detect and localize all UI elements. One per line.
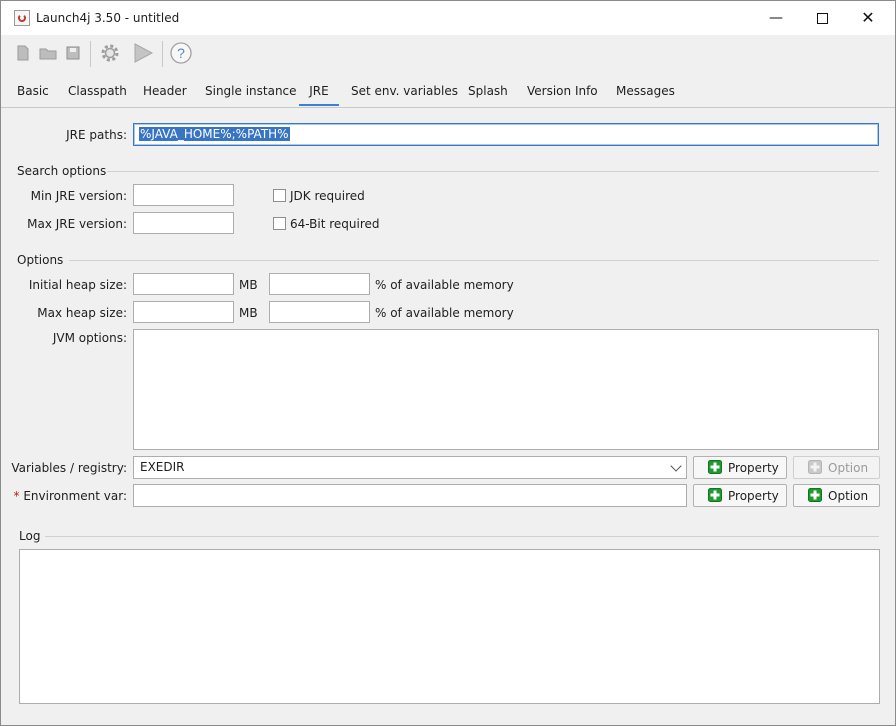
options-title: Options (17, 253, 64, 267)
jdk-required-label: JDK required (290, 189, 365, 203)
window-title: Launch4j 3.50 - untitled (36, 11, 180, 25)
minimize-button[interactable]: — (753, 1, 799, 35)
tab-basic[interactable]: Basic (17, 84, 49, 98)
max-heap-size-input[interactable] (133, 301, 234, 323)
maximize-icon (816, 12, 828, 24)
property-button-label: Property (728, 461, 779, 475)
min-jre-version-input[interactable] (133, 184, 234, 206)
divider (69, 260, 879, 261)
title-bar: Launch4j 3.50 - untitled — ✕ (1, 1, 895, 35)
variables-registry-select[interactable]: EXEDIR (133, 456, 687, 479)
initial-heap-size-label: Initial heap size: (28, 278, 127, 292)
variables-registry-label: Variables / registry: (11, 461, 127, 475)
max-heap-percent-label: % of available memory (375, 306, 514, 320)
add-option-button-disabled[interactable]: Option (793, 456, 880, 479)
property-button-label: Property (728, 489, 779, 503)
svg-text:?: ? (177, 45, 185, 61)
java-app-icon (14, 10, 30, 26)
64bit-required-checkbox[interactable] (273, 217, 286, 230)
env-option-button[interactable]: Option (793, 484, 880, 507)
jre-paths-label: JRE paths: (66, 128, 127, 142)
tab-jre[interactable]: JRE (299, 84, 339, 106)
max-heap-mb-label: MB (239, 306, 258, 320)
option-button-label: Option (828, 461, 869, 475)
close-button[interactable]: ✕ (845, 1, 891, 35)
plus-icon (708, 488, 722, 502)
toolbar-separator (162, 41, 163, 67)
jre-paths-input[interactable]: %JAVA_HOME%;%PATH% (133, 123, 879, 146)
run-play-icon[interactable] (131, 41, 155, 65)
divider (45, 536, 879, 537)
divider (107, 171, 879, 172)
initial-heap-percent-label: % of available memory (375, 278, 514, 292)
tab-bar: Basic Classpath Header Single instance J… (1, 77, 895, 108)
max-jre-version-label: Max JRE version: (27, 217, 127, 231)
plus-icon (708, 460, 722, 474)
environment-var-label: * Environment var: (13, 489, 128, 503)
save-icon[interactable] (62, 42, 84, 64)
option-button-label: Option (828, 489, 869, 503)
tab-set-env-variables[interactable]: Set env. variables (351, 84, 458, 98)
jre-paths-value: %JAVA_HOME%;%PATH% (139, 127, 290, 141)
required-mark: * (13, 489, 20, 503)
add-property-button[interactable]: Property (693, 456, 787, 479)
max-heap-size-label: Max heap size: (37, 306, 127, 320)
jvm-options-label: JVM options: (52, 331, 127, 345)
env-property-button[interactable]: Property (693, 484, 787, 507)
64bit-required-label: 64-Bit required (290, 217, 380, 231)
jdk-required-checkbox[interactable] (273, 189, 286, 202)
maximize-button[interactable] (799, 1, 845, 35)
chevron-down-icon (670, 460, 682, 472)
help-icon[interactable]: ? (169, 41, 193, 65)
max-jre-version-input[interactable] (133, 212, 234, 234)
search-options-title: Search options (17, 164, 107, 178)
toolbar-separator (90, 41, 91, 67)
tab-splash[interactable]: Splash (468, 84, 508, 98)
tab-classpath[interactable]: Classpath (68, 84, 127, 98)
new-file-icon[interactable] (12, 42, 34, 64)
jvm-options-textarea[interactable] (133, 329, 879, 450)
tab-messages[interactable]: Messages (616, 84, 675, 98)
max-heap-percent-input[interactable] (269, 301, 370, 323)
log-title: Log (19, 529, 41, 543)
initial-heap-size-input[interactable] (133, 273, 234, 295)
tab-header[interactable]: Header (143, 84, 187, 98)
tab-version-info[interactable]: Version Info (527, 84, 598, 98)
open-folder-icon[interactable] (37, 42, 59, 64)
environment-var-input[interactable] (133, 484, 687, 507)
initial-heap-mb-label: MB (239, 278, 258, 292)
initial-heap-percent-input[interactable] (269, 273, 370, 295)
settings-gear-icon[interactable] (98, 41, 122, 65)
plus-icon (808, 488, 822, 502)
plus-icon (808, 460, 822, 474)
tab-single-instance[interactable]: Single instance (205, 84, 297, 98)
app-window: Launch4j 3.50 - untitled — ✕ ? Basic Cla… (0, 0, 896, 726)
min-jre-version-label: Min JRE version: (30, 189, 127, 203)
toolbar: ? (1, 35, 895, 71)
log-textarea[interactable] (19, 549, 880, 704)
variables-registry-value: EXEDIR (140, 460, 185, 474)
